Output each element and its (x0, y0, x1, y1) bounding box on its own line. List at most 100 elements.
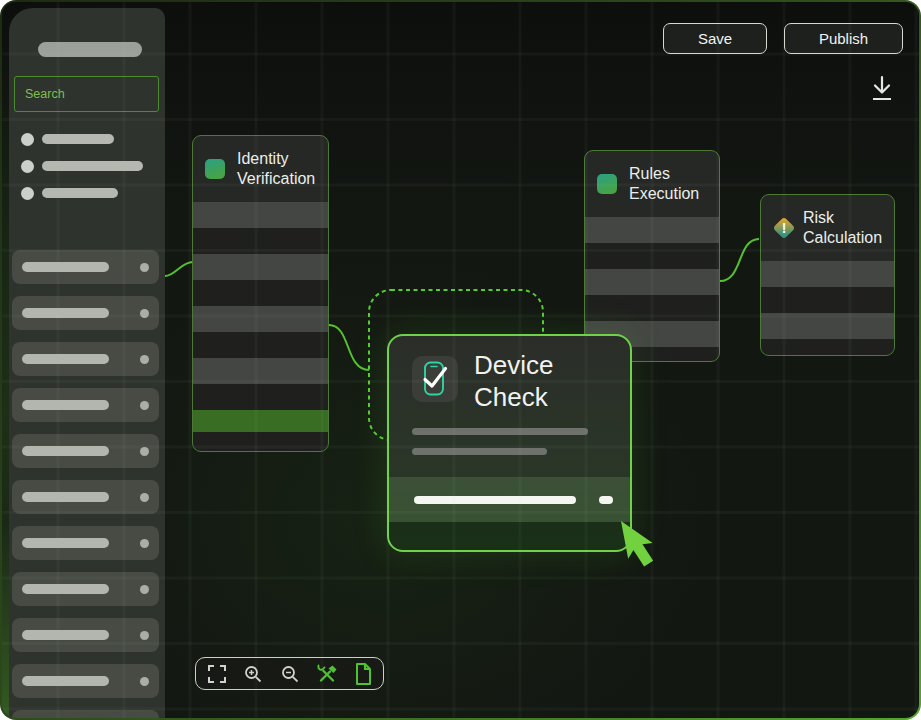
edge-identity-device (329, 325, 369, 370)
node-row-dark (193, 228, 328, 254)
item-skeleton-bar (22, 354, 109, 364)
workflow-editor: Identity Verification Rules Execution ! … (2, 2, 919, 718)
download-icon[interactable] (864, 71, 898, 109)
item-dot (140, 401, 149, 410)
node-row-dark (193, 384, 328, 410)
bullet-dot (21, 160, 34, 173)
node-row-light (193, 254, 328, 280)
bullet-row (21, 132, 165, 146)
sidebar-item[interactable] (12, 526, 159, 560)
identity-verification-icon (205, 159, 225, 179)
bullet-dot (21, 133, 34, 146)
sidebar-item[interactable] (12, 710, 159, 718)
node-row-light (193, 358, 328, 384)
item-dot (140, 493, 149, 502)
node-row-dark (585, 243, 719, 269)
node-row-green (193, 410, 328, 432)
node-row-dark (761, 287, 894, 313)
item-skeleton-bar (22, 446, 109, 456)
item-dot (140, 263, 149, 272)
bullet-skeleton (42, 161, 143, 171)
sidebar-item[interactable] (12, 572, 159, 606)
save-button[interactable]: Save (663, 23, 767, 54)
risk-calculation-icon: ! (773, 216, 795, 240)
item-skeleton-bar (22, 400, 109, 410)
node-row-darkfill (193, 432, 328, 451)
tools-icon[interactable] (315, 662, 339, 686)
bullet-skeleton (42, 134, 114, 144)
sidebar-title-skeleton (38, 42, 142, 57)
skeleton-bar (412, 448, 547, 455)
search-input[interactable] (14, 76, 159, 112)
skeleton-dash (599, 496, 613, 504)
edge-rules-risk (720, 239, 759, 281)
bullet-dot (21, 187, 34, 200)
node-rows (761, 261, 894, 355)
edge-sidebar-identity (165, 262, 193, 276)
sidebar-item[interactable] (12, 664, 159, 698)
item-skeleton-bar (22, 584, 109, 594)
sidebar-item[interactable] (12, 434, 159, 468)
node-row-light (585, 269, 719, 295)
sidebar-item[interactable] (12, 296, 159, 330)
node-row-darkfill (761, 339, 894, 355)
node-rows (193, 202, 328, 451)
node-identity-verification[interactable]: Identity Verification (192, 135, 329, 452)
node-risk-calculation[interactable]: ! Risk Calculation (760, 194, 895, 356)
sidebar-item[interactable] (12, 618, 159, 652)
sidebar-item[interactable] (12, 388, 159, 422)
item-dot (140, 585, 149, 594)
bullet-skeleton (42, 188, 118, 198)
rules-execution-icon (597, 174, 617, 194)
item-skeleton-bar (22, 492, 109, 502)
item-dot (140, 447, 149, 456)
node-title: Identity Verification (237, 149, 316, 189)
node-title: Rules Execution (629, 164, 707, 204)
node-header: ! Risk Calculation (761, 195, 894, 261)
app-frame: Identity Verification Rules Execution ! … (0, 0, 921, 720)
node-device-check[interactable]: Device Check (387, 334, 632, 552)
node-header: Identity Verification (193, 136, 328, 202)
sidebar-bullet-list (9, 132, 165, 213)
skeleton-bar (414, 496, 576, 504)
document-icon[interactable] (353, 662, 373, 686)
device-check-footer (389, 522, 630, 550)
node-row-light (193, 306, 328, 332)
zoom-in-icon[interactable] (242, 663, 264, 685)
node-title: Risk Calculation (803, 208, 882, 248)
item-skeleton-bar (22, 308, 109, 318)
item-dot (140, 539, 149, 548)
item-dot (140, 355, 149, 364)
sidebar-item[interactable] (12, 250, 159, 284)
node-header: Rules Execution (585, 151, 719, 217)
skeleton-bar (412, 428, 588, 435)
zoom-out-icon[interactable] (279, 663, 301, 685)
item-skeleton-bar (22, 630, 109, 640)
item-skeleton-bar (22, 262, 109, 272)
device-check-selected-row[interactable] (389, 477, 630, 522)
sidebar-item[interactable] (12, 342, 159, 376)
item-skeleton-bar (22, 538, 109, 548)
sidebar (9, 8, 165, 718)
publish-button[interactable]: Publish (784, 23, 903, 54)
item-dot (140, 631, 149, 640)
node-row-light (585, 217, 719, 243)
fit-view-icon[interactable] (206, 663, 228, 685)
device-check-title: Device Check (474, 349, 624, 413)
item-skeleton-bar (22, 676, 109, 686)
bullet-row (21, 159, 165, 173)
node-row-light (761, 313, 894, 339)
node-row-light (193, 202, 328, 228)
node-row-dark (585, 295, 719, 321)
item-dot (140, 677, 149, 686)
node-row-dark (193, 332, 328, 358)
node-row-dark (193, 280, 328, 306)
node-row-light (761, 261, 894, 287)
canvas-toolbar (195, 657, 384, 690)
sidebar-item-list (12, 250, 159, 718)
item-dot (140, 309, 149, 318)
sidebar-item[interactable] (12, 480, 159, 514)
node-rules-execution[interactable]: Rules Execution (584, 150, 720, 362)
device-check-icon (412, 356, 458, 402)
bullet-row (21, 186, 165, 200)
